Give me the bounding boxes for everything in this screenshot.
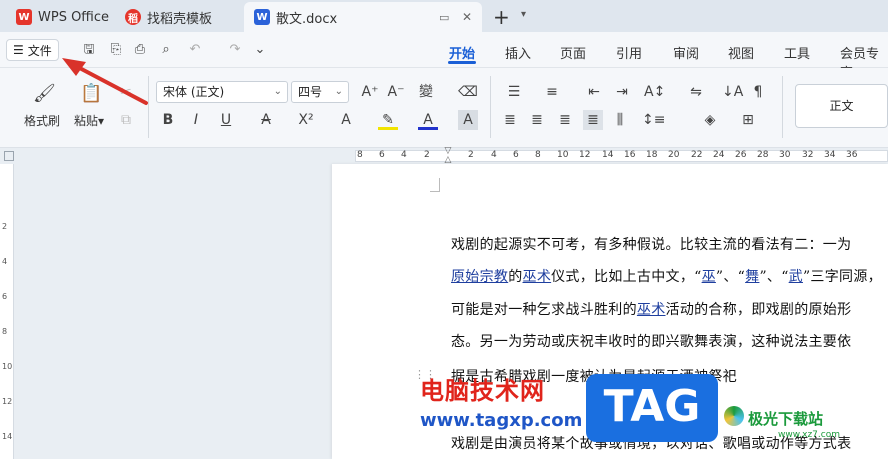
watermark-site-url: www.tagxp.com (420, 410, 583, 431)
watermark-tag-logo: TAG (586, 374, 718, 442)
watermark-brand2-url: www.xz7.com (778, 430, 840, 440)
aurora-logo-icon (724, 406, 744, 426)
wps-writer-window: W WPS Office 稻 找稻壳模板 W 散文.docx ▭ ✕ + ▾ ☰… (0, 0, 888, 459)
watermark-brand2: 极光下载站 (748, 410, 824, 428)
watermark-site-name: 电脑技术网 (420, 377, 545, 405)
